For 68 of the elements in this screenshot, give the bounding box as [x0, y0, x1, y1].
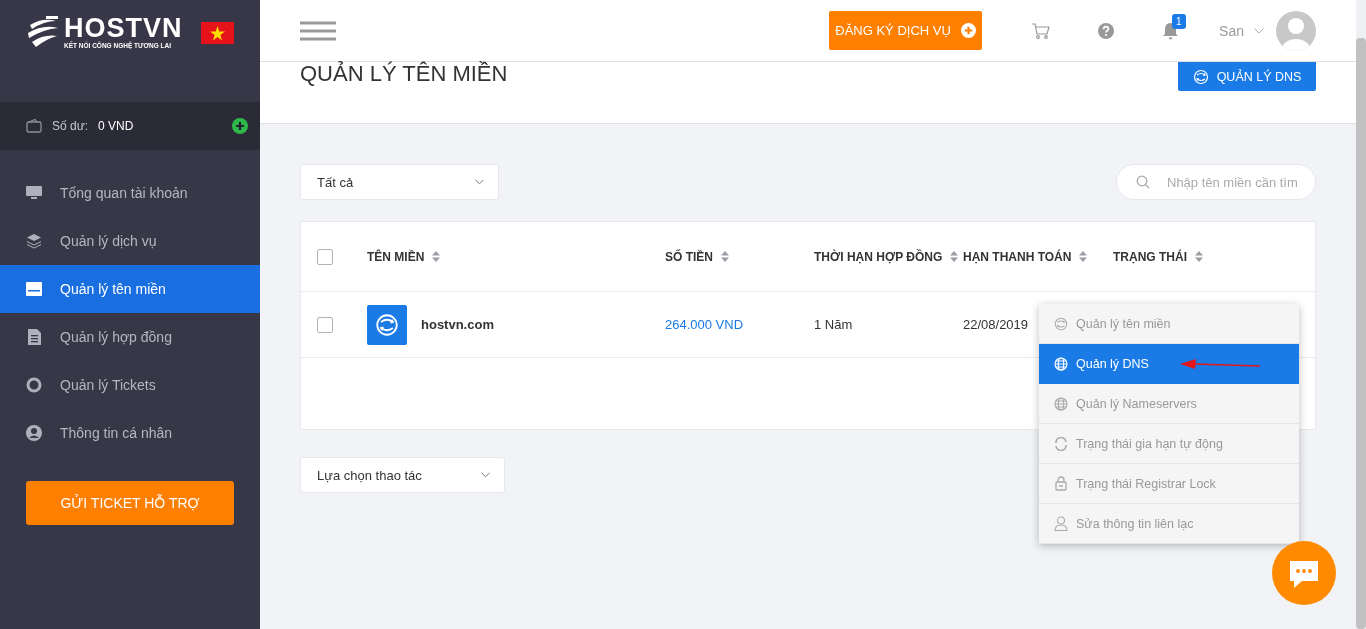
user-name[interactable]: San: [1219, 22, 1244, 39]
menu-item[interactable]: Quản lý DNS: [1039, 344, 1299, 384]
refresh-icon: [1054, 436, 1068, 451]
sidebar-item[interactable]: Thông tin cá nhân: [0, 409, 260, 457]
balance-value: 0 VND: [98, 119, 134, 133]
sidebar-item[interactable]: Tổng quan tài khoản: [0, 169, 260, 217]
menu-item[interactable]: Trạng thái gia hạn tự động: [1039, 424, 1299, 464]
bulk-action-dropdown[interactable]: Lựa chọn thao tác: [300, 457, 505, 493]
person-icon: [1054, 516, 1068, 531]
scrollbar[interactable]: [1356, 38, 1366, 629]
chevron-down-icon: [481, 472, 490, 478]
sidebar-item[interactable]: Quản lý tên miền: [0, 265, 260, 313]
menu-item[interactable]: Sửa thông tin liên lạc: [1039, 504, 1299, 544]
chevron-down-icon[interactable]: [1254, 27, 1264, 34]
balance-label: Số dư:: [52, 119, 89, 133]
support-ticket-button[interactable]: GỬI TICKET HỖ TRỢ: [26, 481, 234, 525]
sort-icon[interactable]: [950, 251, 959, 262]
table-cell: 1 Năm: [814, 317, 853, 332]
notification-badge: 1: [1172, 13, 1186, 29]
lifebuoy-icon: [26, 377, 42, 393]
checkbox[interactable]: [317, 248, 333, 265]
column-header: TÊN MIỀN: [367, 249, 425, 264]
logo-icon: [26, 14, 60, 49]
register-service-button[interactable]: ĐĂNG KÝ DỊCH VỤ: [829, 11, 983, 50]
sort-icon[interactable]: [432, 251, 441, 262]
column-header: HẠN THANH TOÁN: [963, 249, 1072, 264]
wallet-icon: [26, 119, 42, 133]
sidebar-item[interactable]: Quản lý Tickets: [0, 361, 260, 409]
menu-item[interactable]: Trạng thái Registrar Lock: [1039, 464, 1299, 504]
plus-icon: [960, 23, 976, 38]
document-icon: [26, 329, 42, 345]
column-header: SỐ TIỀN: [665, 249, 713, 264]
cart-icon[interactable]: [1032, 22, 1051, 39]
flag-icon[interactable]: [201, 22, 234, 44]
column-header: THỜI HẠN HỢP ĐỒNG: [814, 249, 943, 264]
sort-icon[interactable]: [721, 251, 729, 262]
filter-dropdown[interactable]: Tất cả: [300, 164, 499, 200]
search-icon: [1136, 175, 1150, 189]
chevron-down-icon: [475, 179, 484, 185]
domain-icon: [1192, 68, 1209, 85]
globe-icon: [1054, 396, 1068, 411]
sidebar-item[interactable]: Quản lý dịch vụ: [0, 217, 260, 265]
manage-dns-button[interactable]: QUẢN LÝ DNS: [1178, 62, 1316, 91]
menu-icon[interactable]: [300, 20, 336, 41]
page-title: QUẢN LÝ TÊN MIỀN: [300, 62, 508, 88]
brand-name: HOSTVN: [64, 14, 183, 42]
monitor-icon: [26, 186, 42, 200]
domain-name[interactable]: hostvn.com: [421, 317, 494, 332]
sort-icon[interactable]: [1195, 251, 1203, 262]
domain-icon: [367, 304, 407, 345]
search-field[interactable]: Nhập tên miền cần tìm: [1116, 164, 1316, 200]
domain-icon: [1054, 315, 1068, 332]
user-icon: [26, 425, 42, 441]
help-icon[interactable]: [1098, 22, 1115, 39]
table-cell: 264.000 VND: [665, 317, 744, 332]
layers-icon: [26, 233, 42, 249]
globe-icon: [1054, 356, 1068, 371]
sidebar-item[interactable]: Quản lý hợp đồng: [0, 313, 260, 361]
menu-item[interactable]: Quản lý Nameservers: [1039, 384, 1299, 424]
table-cell: 22/08/2019: [963, 317, 1029, 332]
lock-icon: [1054, 476, 1068, 491]
avatar[interactable]: [1276, 10, 1316, 51]
checkbox[interactable]: [317, 316, 333, 333]
browser-window-icon: [26, 282, 42, 296]
chat-icon[interactable]: [1272, 541, 1336, 605]
add-funds-icon[interactable]: [232, 118, 248, 134]
sort-icon[interactable]: [1079, 251, 1088, 262]
column-header: TRẠNG THÁI: [1113, 249, 1187, 264]
